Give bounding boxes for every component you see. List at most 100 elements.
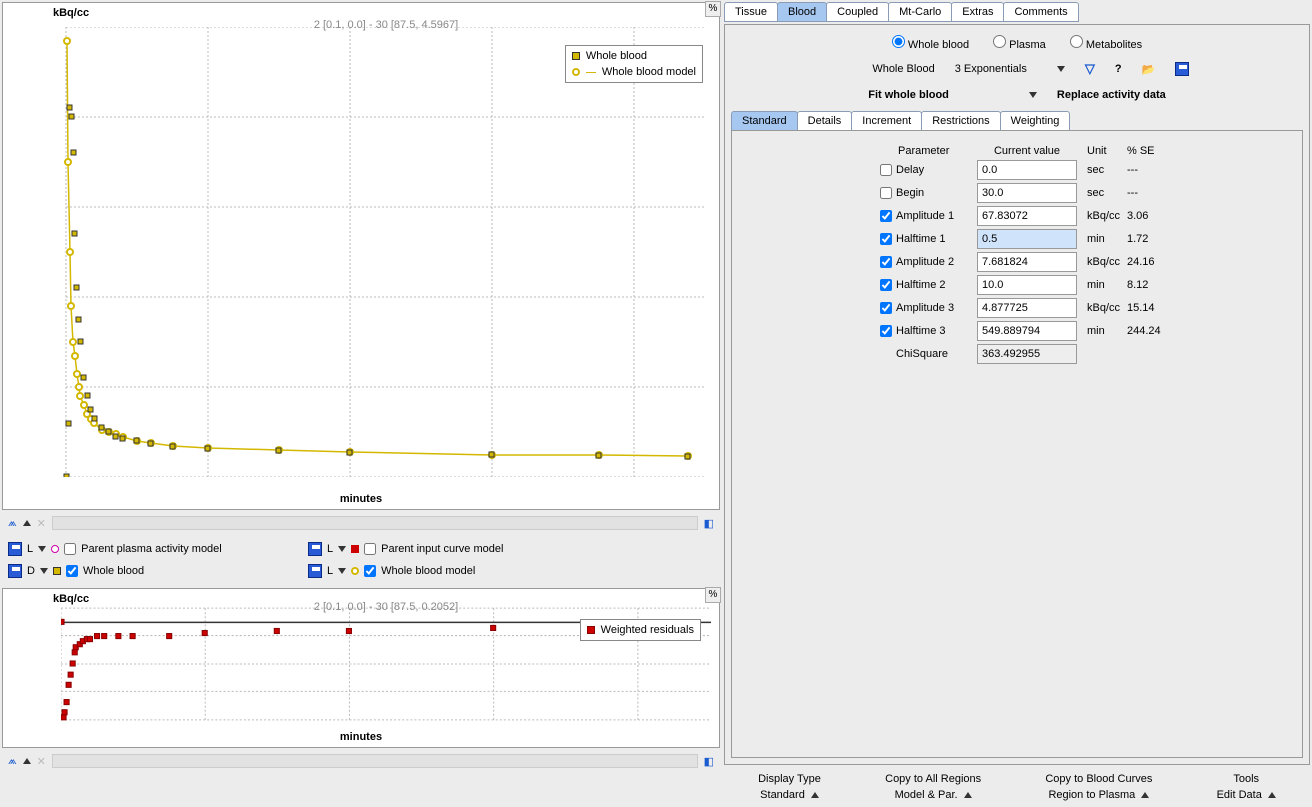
range-bar[interactable] (52, 754, 698, 768)
up-icon[interactable] (23, 520, 31, 526)
series-marker-icon (53, 567, 61, 575)
series-checkbox[interactable] (66, 565, 78, 577)
param-row-amp3: Amplitude 3 kBq/cc 15.14 (880, 298, 1294, 318)
param-row-begin: Begin sec --- (880, 183, 1294, 203)
up-icon[interactable] (23, 758, 31, 764)
chevron-down-icon (1057, 66, 1065, 72)
main-plot-svg: 0.020.040.0 60.080.0100.0 0.020.040.0 60… (61, 27, 711, 477)
tab-comments[interactable]: Comments (1003, 2, 1078, 22)
replace-activity-button[interactable]: Replace activity data (1057, 89, 1166, 101)
display-type-menu[interactable]: Standard (760, 789, 819, 801)
main-legend: Whole blood Whole blood model (565, 45, 703, 83)
disk-icon[interactable] (8, 564, 22, 578)
chevron-down-icon[interactable] (338, 568, 346, 574)
param-checkbox[interactable] (880, 210, 892, 222)
param-row-ht1: Halftime 1 min 1.72 (880, 229, 1294, 249)
main-chart: kBq/cc % 2 [0.1, 0.0] - 30 [87.5, 4.5967… (2, 2, 720, 510)
chevron-down-icon (1029, 92, 1037, 98)
disk-icon[interactable] (8, 542, 22, 556)
param-row-amp2: Amplitude 2 kBq/cc 24.16 (880, 252, 1294, 272)
param-checkbox[interactable] (880, 187, 892, 199)
percent-button-top[interactable]: % (705, 1, 721, 17)
funnel-icon[interactable] (1085, 61, 1095, 77)
close-icon[interactable]: ✕ (37, 517, 46, 530)
blood-panel: Whole blood Plasma Metabolites Whole Blo… (724, 24, 1310, 765)
chevron-down-icon[interactable] (40, 568, 48, 574)
param-value-ht3[interactable] (977, 321, 1077, 341)
param-checkbox[interactable] (880, 256, 892, 268)
subtab-restrictions[interactable]: Restrictions (921, 111, 1000, 131)
param-checkbox[interactable] (880, 302, 892, 314)
camera-icon[interactable]: ◧ (704, 755, 714, 768)
series-checkbox[interactable] (364, 565, 376, 577)
residuals-chart: kBq/cc % 2 [0.1, 0.0] - 30 [87.5, 0.2052… (2, 588, 720, 748)
polyline-icon[interactable]: ⩕ (8, 517, 17, 530)
series-marker-icon (51, 545, 59, 553)
bb-title: Copy to All Regions (885, 773, 981, 785)
subtab-details[interactable]: Details (797, 111, 853, 131)
main-tabs: Tissue Blood Coupled Mt-Carlo Extras Com… (722, 2, 1312, 22)
radio-wholeblood[interactable]: Whole blood (892, 35, 969, 51)
series-checkbox[interactable] (64, 543, 76, 555)
open-folder-icon[interactable]: 📂 (1142, 63, 1156, 76)
close-icon[interactable]: ✕ (37, 755, 46, 768)
param-value-begin[interactable] (977, 183, 1077, 203)
chart2-toolbar: ⩕ ✕ ◧ (0, 750, 722, 772)
tools-menu[interactable]: Edit Data (1217, 789, 1276, 801)
series-label: Whole blood (83, 565, 144, 577)
param-value-ht2[interactable] (977, 275, 1077, 295)
subtab-increment[interactable]: Increment (851, 111, 922, 131)
param-value-chi (977, 344, 1077, 364)
param-header: Parameter Current value Unit % SE (880, 145, 1294, 157)
radio-plasma[interactable]: Plasma (993, 35, 1046, 51)
blood-label: Whole Blood (845, 63, 935, 75)
subtab-weighting[interactable]: Weighting (1000, 111, 1071, 131)
tab-coupled[interactable]: Coupled (826, 2, 889, 22)
fit-dropdown[interactable]: Fit whole blood (868, 89, 1037, 101)
sub-tabs: Standard Details Increment Restrictions … (731, 111, 1303, 131)
camera-icon[interactable]: ◧ (704, 517, 714, 530)
copy-regions-menu[interactable]: Model & Par. (895, 789, 972, 801)
bb-title: Display Type (758, 773, 821, 785)
param-value-delay[interactable] (977, 160, 1077, 180)
param-value-amp3[interactable] (977, 298, 1077, 318)
tab-blood[interactable]: Blood (777, 2, 827, 22)
param-row-ht3: Halftime 3 min 244.24 (880, 321, 1294, 341)
bb-title: Tools (1233, 773, 1259, 785)
tab-tissue[interactable]: Tissue (724, 2, 778, 22)
series-panel: L Parent plasma activity model L Parent … (0, 534, 722, 586)
range-bar[interactable] (52, 516, 698, 530)
series-marker-icon (351, 545, 359, 553)
param-checkbox[interactable] (880, 164, 892, 176)
series-label: Whole blood model (381, 565, 475, 577)
disk-icon[interactable] (308, 564, 322, 578)
tab-extras[interactable]: Extras (951, 2, 1004, 22)
param-row-amp1: Amplitude 1 kBq/cc 3.06 (880, 206, 1294, 226)
bb-title: Copy to Blood Curves (1045, 773, 1152, 785)
param-value-ht1[interactable] (977, 229, 1077, 249)
param-value-amp1[interactable] (977, 206, 1077, 226)
chart-subtitle: 2 [0.1, 0.0] - 30 [87.5, 4.5967] (61, 19, 711, 31)
param-checkbox[interactable] (880, 233, 892, 245)
x-axis-label-2: minutes (340, 731, 382, 743)
copy-blood-menu[interactable]: Region to Plasma (1048, 789, 1149, 801)
help-icon[interactable]: ? (1115, 63, 1122, 75)
series-label: Parent plasma activity model (81, 543, 222, 555)
param-checkbox[interactable] (880, 279, 892, 291)
save-icon[interactable] (1175, 62, 1189, 76)
x-axis-label: minutes (340, 493, 382, 505)
series-label: Parent input curve model (381, 543, 503, 555)
tab-mtcarlo[interactable]: Mt-Carlo (888, 2, 952, 22)
chevron-down-icon[interactable] (338, 546, 346, 552)
param-value-amp2[interactable] (977, 252, 1077, 272)
subtab-standard[interactable]: Standard (731, 111, 798, 131)
disk-icon[interactable] (308, 542, 322, 556)
param-row-chi: ChiSquare (880, 344, 1294, 364)
param-checkbox[interactable] (880, 325, 892, 337)
model-dropdown[interactable]: 3 Exponentials (955, 63, 1065, 75)
series-checkbox[interactable] (364, 543, 376, 555)
polyline-icon[interactable]: ⩕ (8, 755, 17, 768)
chevron-down-icon[interactable] (38, 546, 46, 552)
radio-metabolites[interactable]: Metabolites (1070, 35, 1142, 51)
y-axis-label: kBq/cc (53, 7, 89, 19)
